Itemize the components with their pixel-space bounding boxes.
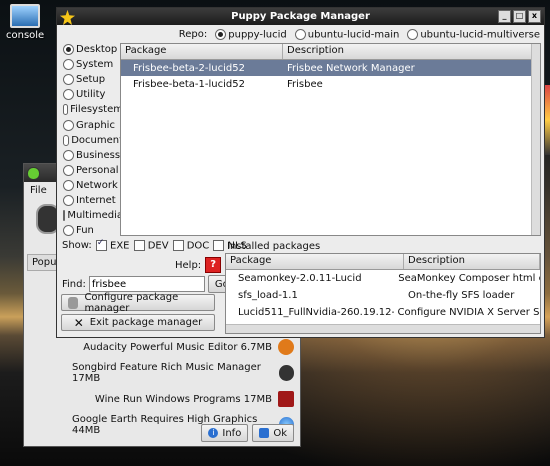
category-utility[interactable]: Utility xyxy=(63,87,123,102)
available-packages-table[interactable]: Package Description Frisbee-beta-2-lucid… xyxy=(120,43,541,236)
table-row[interactable]: Lucid511_FullNvidia-260.19.12-k2.6.33.2 … xyxy=(226,304,540,321)
help-button[interactable]: ? xyxy=(205,257,222,273)
ok-icon xyxy=(259,428,270,438)
minimize-button[interactable]: _ xyxy=(498,10,511,23)
category-multimedia[interactable]: Multimedia xyxy=(63,208,123,223)
table-row[interactable]: Frisbee-beta-2-lucid52 Frisbee Network M… xyxy=(121,60,540,76)
songbird-icon xyxy=(279,365,294,381)
vertical-scrollbar[interactable] xyxy=(531,44,540,235)
help-label: Help: xyxy=(175,259,202,271)
repo-selector: Repo: puppy-lucid ubuntu-lucid-main ubun… xyxy=(179,29,540,41)
table-row[interactable]: Seamonkey-2.0.11-Lucid SeaMonkey Compose… xyxy=(226,270,540,287)
category-fun[interactable]: Fun xyxy=(63,223,123,238)
star-icon xyxy=(60,10,75,25)
repo-label: Repo: xyxy=(178,29,208,41)
category-filesystem[interactable]: Filesystem xyxy=(63,102,123,117)
show-label: Show: xyxy=(62,240,92,252)
find-input[interactable] xyxy=(88,276,205,292)
column-description[interactable]: Description xyxy=(283,44,540,59)
app-list: Audacity Powerful Music Editor 6.7MB Son… xyxy=(72,334,294,438)
horizontal-scrollbar[interactable] xyxy=(226,324,540,333)
monitor-icon xyxy=(10,4,40,28)
category-document[interactable]: Document xyxy=(63,133,123,148)
table-header: Package Description xyxy=(226,254,540,270)
category-network[interactable]: Network xyxy=(63,178,123,193)
table-row[interactable]: Frisbee-beta-1-lucid52 Frisbee xyxy=(121,76,540,92)
ok-button[interactable]: Ok xyxy=(252,424,294,442)
maximize-button[interactable]: □ xyxy=(513,10,526,23)
category-internet[interactable]: Internet xyxy=(63,193,123,208)
repo-option-ubuntu-lucid-multiverse[interactable]: ubuntu-lucid-multiverse xyxy=(407,29,540,41)
filter-dev[interactable]: DEV xyxy=(133,240,169,252)
radio-icon xyxy=(294,29,306,40)
exit-button[interactable]: ✕ Exit package manager xyxy=(61,314,215,331)
column-package[interactable]: Package xyxy=(121,44,283,59)
filter-doc[interactable]: DOC xyxy=(172,240,209,252)
configure-button[interactable]: Configure package manager xyxy=(61,292,215,314)
find-label: Find: xyxy=(62,278,86,290)
menu-file[interactable]: File xyxy=(30,185,47,196)
table-row[interactable]: sfs_load-1.1 On-the-fly SFS loader xyxy=(226,287,540,304)
find-row: Find: Go xyxy=(62,275,236,293)
radio-icon xyxy=(407,29,419,40)
category-business[interactable]: Business xyxy=(63,148,123,163)
list-item[interactable]: Songbird Feature Rich Music Manager 17MB xyxy=(72,360,294,386)
table-header: Package Description xyxy=(121,44,540,60)
column-description[interactable]: Description xyxy=(404,254,540,269)
window-titlebar[interactable]: Puppy Package Manager _ □ x xyxy=(57,8,544,25)
installed-label: Installed packages xyxy=(227,241,321,252)
window-title: Puppy Package Manager xyxy=(231,11,370,22)
category-personal[interactable]: Personal xyxy=(63,163,123,178)
repo-option-ubuntu-lucid-main[interactable]: ubuntu-lucid-main xyxy=(294,29,399,41)
category-desktop[interactable]: Desktop xyxy=(63,42,123,57)
tools-icon xyxy=(68,296,79,309)
installed-packages-panel: Installed packages Package Description S… xyxy=(225,241,541,334)
radio-icon xyxy=(215,29,227,40)
category-list: Desktop System Setup Utility Filesystem … xyxy=(63,42,123,238)
column-package[interactable]: Package xyxy=(226,254,404,269)
console-icon-label: console xyxy=(6,30,45,41)
category-setup[interactable]: Setup xyxy=(63,72,123,87)
package-manager-window[interactable]: Puppy Package Manager _ □ x Repo: puppy-… xyxy=(56,7,545,338)
installed-packages-table[interactable]: Package Description Seamonkey-2.0.11-Luc… xyxy=(225,253,541,334)
help-row: Help: ? xyxy=(175,257,222,273)
window-dot-icon xyxy=(27,167,40,180)
list-item[interactable]: Wine Run Windows Programs 17MB xyxy=(72,386,294,412)
console-desktop-icon[interactable]: console xyxy=(6,4,44,41)
filter-exe[interactable]: EXE xyxy=(95,238,130,252)
close-button[interactable]: x xyxy=(528,10,541,23)
show-filters: Show: EXE DEV DOC NLS xyxy=(62,238,247,252)
repo-option-puppy-lucid[interactable]: puppy-lucid xyxy=(215,29,287,41)
audacity-icon xyxy=(278,339,294,355)
wine-icon xyxy=(278,391,294,407)
category-system[interactable]: System xyxy=(63,57,123,72)
info-button[interactable]: i Info xyxy=(201,424,249,442)
info-icon: i xyxy=(208,428,219,438)
category-graphic[interactable]: Graphic xyxy=(63,117,123,132)
close-icon: ✕ xyxy=(73,315,84,330)
